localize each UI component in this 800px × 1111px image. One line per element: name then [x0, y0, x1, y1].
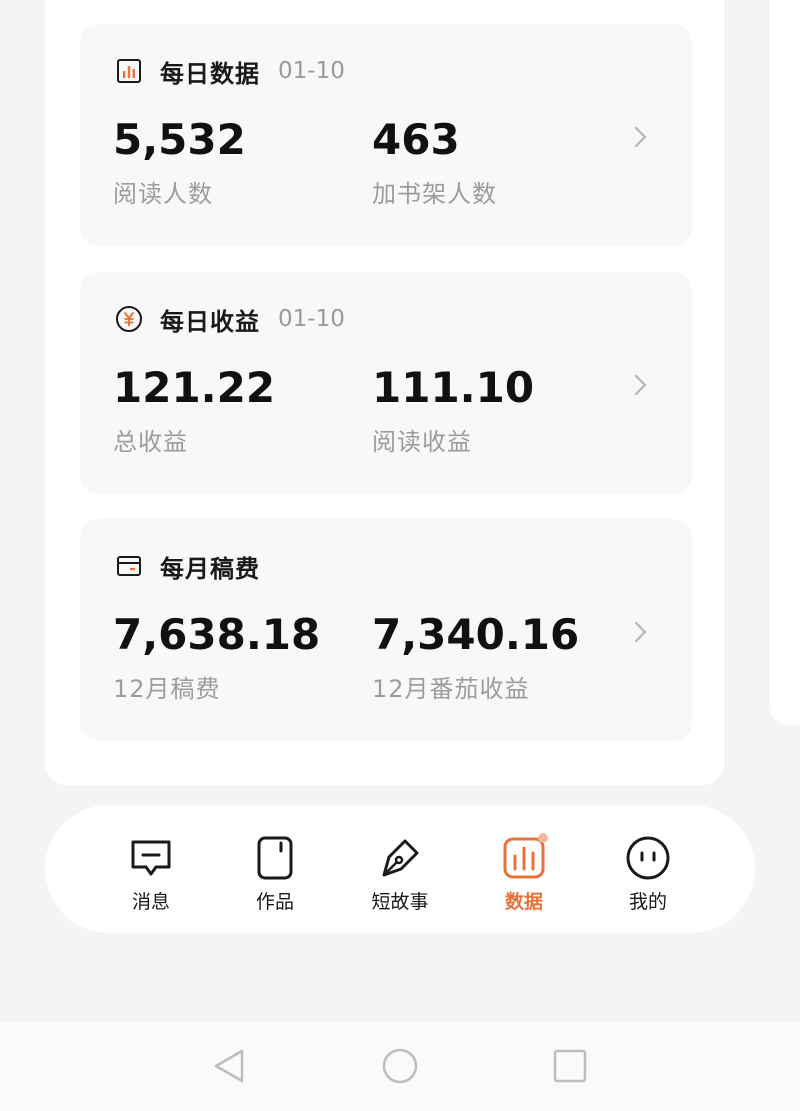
- system-navigation-bar: [0, 1022, 800, 1111]
- tab-short-stories[interactable]: 短故事: [355, 825, 445, 915]
- daily-earnings-card[interactable]: 每日收益 01-10 121.22 总收益 111.10 阅读收益: [80, 272, 692, 494]
- card-date: 01-10: [278, 58, 345, 84]
- metric-value: 7,638.18: [113, 610, 321, 659]
- metric-value: 5,532: [113, 115, 246, 164]
- metric-label: 总收益: [113, 428, 188, 456]
- book-icon: [257, 836, 293, 880]
- yuan-coin-icon: [116, 306, 142, 332]
- recents-icon[interactable]: [550, 1046, 590, 1086]
- home-icon[interactable]: [380, 1046, 420, 1086]
- metric-label: 加书架人数: [372, 180, 497, 208]
- metric-value: 463: [372, 115, 460, 164]
- card-header: 每日数据 01-10: [114, 56, 345, 88]
- tab-data[interactable]: 数据: [479, 825, 569, 915]
- card-title: 每日收益: [160, 307, 260, 336]
- metric-label: 阅读人数: [113, 180, 213, 208]
- back-icon[interactable]: [210, 1046, 250, 1086]
- chevron-right-icon[interactable]: [632, 617, 650, 647]
- card-header: 每日收益 01-10: [114, 304, 345, 336]
- metric-label: 12月稿费: [113, 675, 221, 703]
- tab-label: 作品: [255, 891, 294, 913]
- metric-label: 阅读收益: [372, 428, 472, 456]
- metric-value: 121.22: [113, 363, 276, 412]
- chevron-right-icon[interactable]: [632, 370, 650, 400]
- tab-label: 数据: [504, 891, 543, 913]
- pen-nib-icon: [382, 839, 419, 877]
- card-date: 01-10: [278, 306, 345, 332]
- wallet-card-icon: [117, 556, 141, 576]
- tab-label: 短故事: [371, 891, 429, 913]
- metric-value: 7,340.16: [372, 610, 580, 659]
- data-chart-icon: [503, 833, 548, 879]
- tab-label: 消息: [131, 891, 170, 913]
- card-title: 每日数据: [160, 59, 260, 88]
- tab-label: 我的: [628, 891, 667, 913]
- bottom-tab-bar: 消息 作品 短故事 数据 我的: [45, 805, 755, 933]
- side-panel-edge: [770, 0, 800, 725]
- tab-messages[interactable]: 消息: [106, 825, 196, 915]
- card-header: 每月稿费: [114, 551, 260, 583]
- tab-me[interactable]: 我的: [603, 825, 693, 915]
- card-title: 每月稿费: [160, 554, 260, 583]
- tab-works[interactable]: 作品: [230, 825, 320, 915]
- face-icon: [626, 836, 670, 880]
- bar-chart-icon: [117, 59, 141, 83]
- chevron-right-icon[interactable]: [632, 122, 650, 152]
- message-icon: [131, 840, 171, 876]
- metric-value: 111.10: [372, 363, 535, 412]
- monthly-royalty-card[interactable]: 每月稿费 7,638.18 12月稿费 7,340.16 12月番茄收益: [80, 519, 692, 741]
- daily-data-card[interactable]: 每日数据 01-10 5,532 阅读人数 463 加书架人数: [80, 24, 692, 246]
- metric-label: 12月番茄收益: [372, 675, 530, 703]
